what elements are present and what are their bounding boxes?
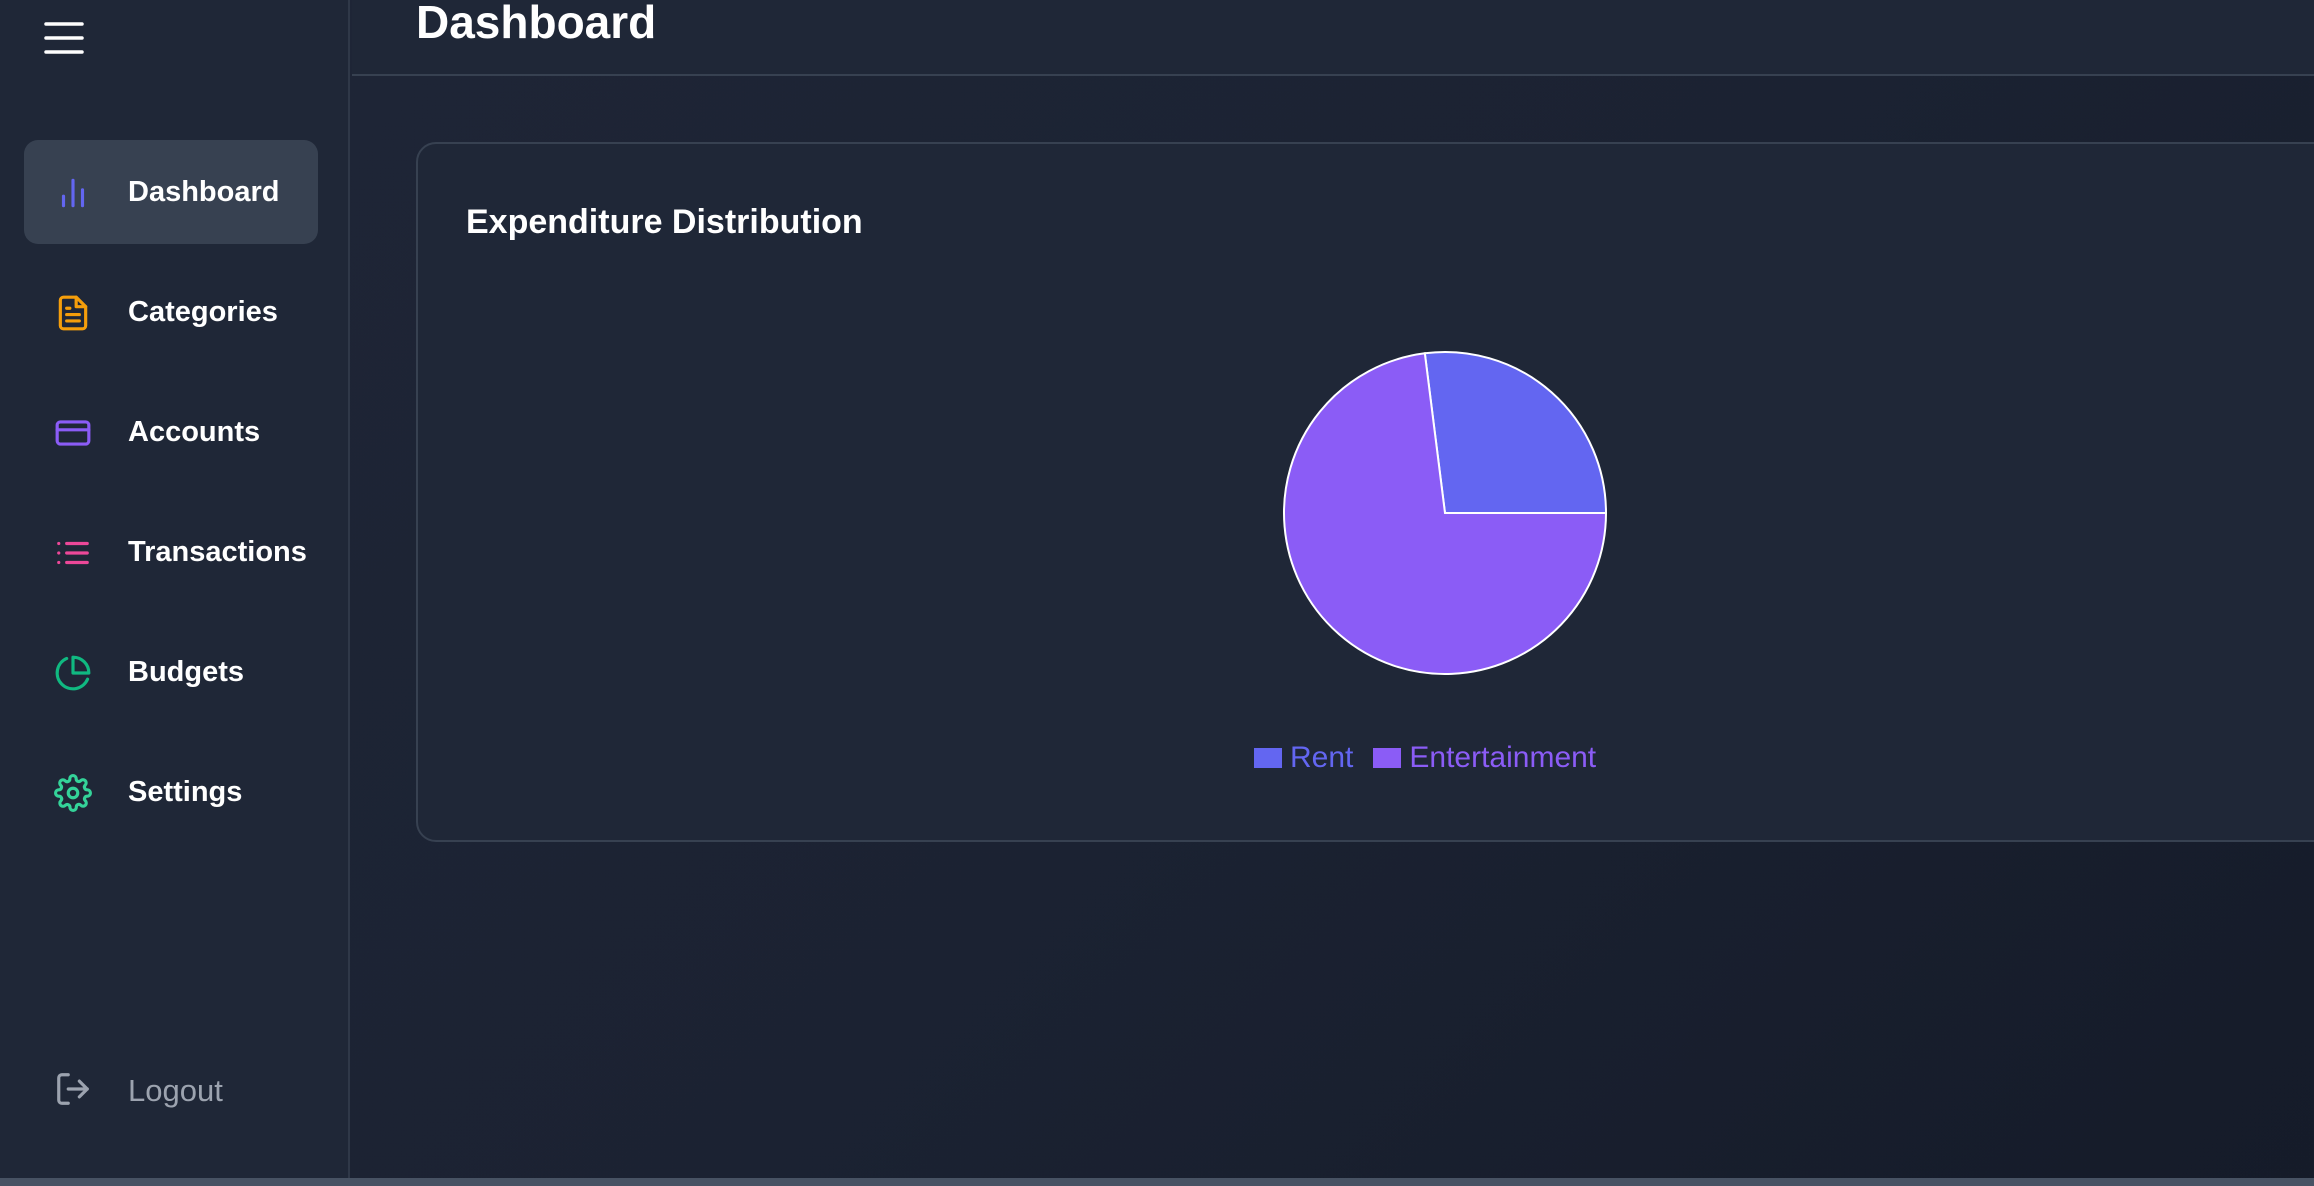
bar-chart-icon xyxy=(54,174,92,212)
sidebar-item-budgets[interactable]: Budgets xyxy=(24,620,318,724)
sidebar-item-label: Dashboard xyxy=(128,176,280,208)
logout-icon xyxy=(54,1070,92,1108)
logout-button[interactable]: Logout xyxy=(24,1040,318,1144)
sidebar-item-label: Settings xyxy=(128,776,243,808)
legend-item-entertainment[interactable]: Entertainment xyxy=(1373,740,1596,776)
legend-swatch xyxy=(1373,748,1402,768)
legend-item-rent[interactable]: Rent xyxy=(1254,740,1353,776)
sidebar-item-label: Transactions xyxy=(128,536,307,568)
credit-card-icon xyxy=(54,414,92,452)
sidebar-item-dashboard[interactable]: Dashboard xyxy=(24,140,318,244)
sidebar-item-accounts[interactable]: Accounts xyxy=(24,380,318,484)
pie-chart xyxy=(1280,348,1610,678)
pie-slice-rent[interactable] xyxy=(1423,351,1608,514)
gear-icon xyxy=(54,774,92,812)
sidebar-item-label: Accounts xyxy=(128,416,261,448)
top-bar: Dashboard xyxy=(352,0,2314,76)
sidebar-nav: Dashboard Categories Accounts Transactio… xyxy=(24,140,318,860)
expenditure-card: Expenditure Distribution Rent Entertainm… xyxy=(416,142,2314,842)
list-icon xyxy=(54,534,92,572)
logout-label: Logout xyxy=(128,1073,223,1108)
sidebar: Dashboard Categories Accounts Transactio… xyxy=(0,0,350,1178)
sidebar-item-categories[interactable]: Categories xyxy=(24,260,318,364)
document-icon xyxy=(54,294,92,332)
hamburger-icon xyxy=(44,22,84,54)
card-title: Expenditure Distribution xyxy=(466,203,863,241)
chart-legend: Rent Entertainment xyxy=(1254,738,1616,778)
menu-toggle-button[interactable] xyxy=(44,20,84,56)
sidebar-item-transactions[interactable]: Transactions xyxy=(24,500,318,604)
legend-swatch xyxy=(1254,748,1282,768)
bottom-scrollbar-strip xyxy=(0,1178,2314,1186)
legend-label: Entertainment xyxy=(1409,741,1597,774)
sidebar-item-settings[interactable]: Settings xyxy=(24,740,318,844)
sidebar-item-label: Categories xyxy=(128,296,278,328)
page-title: Dashboard xyxy=(416,0,657,48)
sidebar-item-label: Budgets xyxy=(128,656,244,688)
pie-chart-icon xyxy=(54,654,92,692)
legend-label: Rent xyxy=(1290,741,1354,774)
